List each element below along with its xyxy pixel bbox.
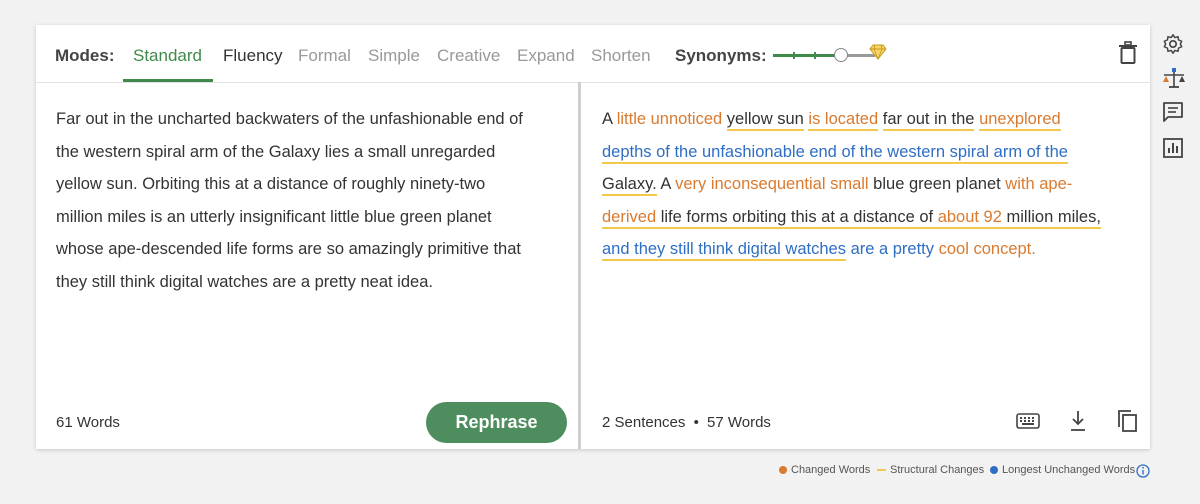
output-segment: with ape- <box>1005 175 1073 193</box>
feedback-comment-icon[interactable] <box>1162 101 1184 123</box>
output-text-area[interactable]: A little unnoticed yellow sun is located… <box>602 103 1132 266</box>
synonyms-slider[interactable] <box>773 47 881 65</box>
download-icon[interactable] <box>1069 410 1087 432</box>
output-segment: depths of the unfashionable end of the w… <box>602 142 1068 164</box>
modes-bar: Modes: Standard Fluency Formal Simple Cr… <box>36 25 1150 83</box>
sentence-count: 2 Sentences <box>602 414 686 431</box>
active-mode-underline <box>123 79 213 82</box>
input-line: yellow sun. Orbiting this at a distance … <box>56 175 486 193</box>
output-segment: blue green planet <box>868 175 1006 193</box>
output-segment: derived <box>602 207 657 229</box>
statistics-chart-icon[interactable] <box>1162 137 1184 159</box>
input-word-count: 61 Words <box>56 414 120 431</box>
keyboard-icon[interactable] <box>1016 413 1040 429</box>
mode-tab-fluency[interactable]: Fluency <box>223 46 283 66</box>
mode-tab-creative[interactable]: Creative <box>437 46 500 66</box>
modes-label: Modes: <box>55 46 115 65</box>
legend-structural: Structural Changes <box>877 464 984 480</box>
legend-changed: Changed Words <box>779 464 870 480</box>
output-segment: is located <box>808 110 879 131</box>
rephrase-button[interactable]: Rephrase <box>426 402 567 443</box>
settings-gear-icon[interactable] <box>1162 33 1184 55</box>
output-segment: far out in the <box>882 110 975 131</box>
trash-icon[interactable] <box>1118 41 1138 65</box>
pane-divider[interactable] <box>578 82 581 449</box>
slider-tick <box>814 52 816 59</box>
slider-tick <box>793 52 795 59</box>
output-segment: cool concept. <box>938 240 1036 258</box>
output-stats: 2 Sentences • 57 Words <box>602 414 771 431</box>
input-line: the western spiral arm of the Galaxy lie… <box>56 142 496 161</box>
premium-gem-icon[interactable] <box>869 44 887 60</box>
compare-modes-icon[interactable] <box>1162 67 1186 89</box>
paraphraser-card: Modes: Standard Fluency Formal Simple Cr… <box>36 25 1150 449</box>
info-icon[interactable] <box>1136 464 1150 478</box>
output-segment: are a pretty <box>850 240 935 258</box>
legend-unchanged-label: Longest Unchanged Words <box>1002 464 1136 476</box>
input-line: whose ape-descended life forms are so am… <box>56 240 521 258</box>
input-text-area[interactable]: Far out in the uncharted backwaters of t… <box>56 103 561 298</box>
synonyms-label: Synonyms: <box>675 46 767 65</box>
mode-tab-formal[interactable]: Formal <box>298 46 351 66</box>
legend-structural-label: Structural Changes <box>890 464 985 476</box>
copy-icon[interactable] <box>1116 409 1138 433</box>
output-segment: Galaxy. <box>602 175 657 196</box>
input-line: million miles is an utterly insignifican… <box>56 207 492 226</box>
input-line: they still think digital watches are a p… <box>56 272 433 291</box>
output-segment: and they still think digital watches <box>602 240 846 261</box>
output-segment: unexplored <box>979 110 1061 131</box>
unchanged-words-dot <box>990 466 998 475</box>
output-segment: little unnoticed <box>616 110 723 128</box>
output-segment: yellow sun <box>726 110 804 131</box>
slider-track-filled <box>773 54 835 57</box>
mode-tab-simple[interactable]: Simple <box>368 46 420 66</box>
output-word-count: 57 Words <box>707 414 771 431</box>
output-segment: A <box>602 110 617 128</box>
slider-knob[interactable] <box>834 48 848 62</box>
legend-changed-label: Changed Words <box>791 464 871 476</box>
structural-changes-dash <box>877 469 886 472</box>
input-line: Far out in the uncharted backwaters of t… <box>56 110 523 128</box>
stats-separator: • <box>693 414 699 431</box>
output-segment: A <box>656 175 676 193</box>
output-segment: million miles, <box>1001 207 1101 229</box>
output-segment: about 92 <box>937 207 1002 229</box>
mode-tab-shorten[interactable]: Shorten <box>591 46 651 66</box>
changed-words-dot <box>779 466 787 475</box>
mode-tab-standard[interactable]: Standard <box>133 46 202 66</box>
mode-tab-expand[interactable]: Expand <box>517 46 575 66</box>
output-segment: life forms orbiting this at a distance o… <box>656 207 938 229</box>
output-segment: very inconsequential small <box>675 175 869 193</box>
legend-unchanged: Longest Unchanged Words <box>990 464 1135 480</box>
